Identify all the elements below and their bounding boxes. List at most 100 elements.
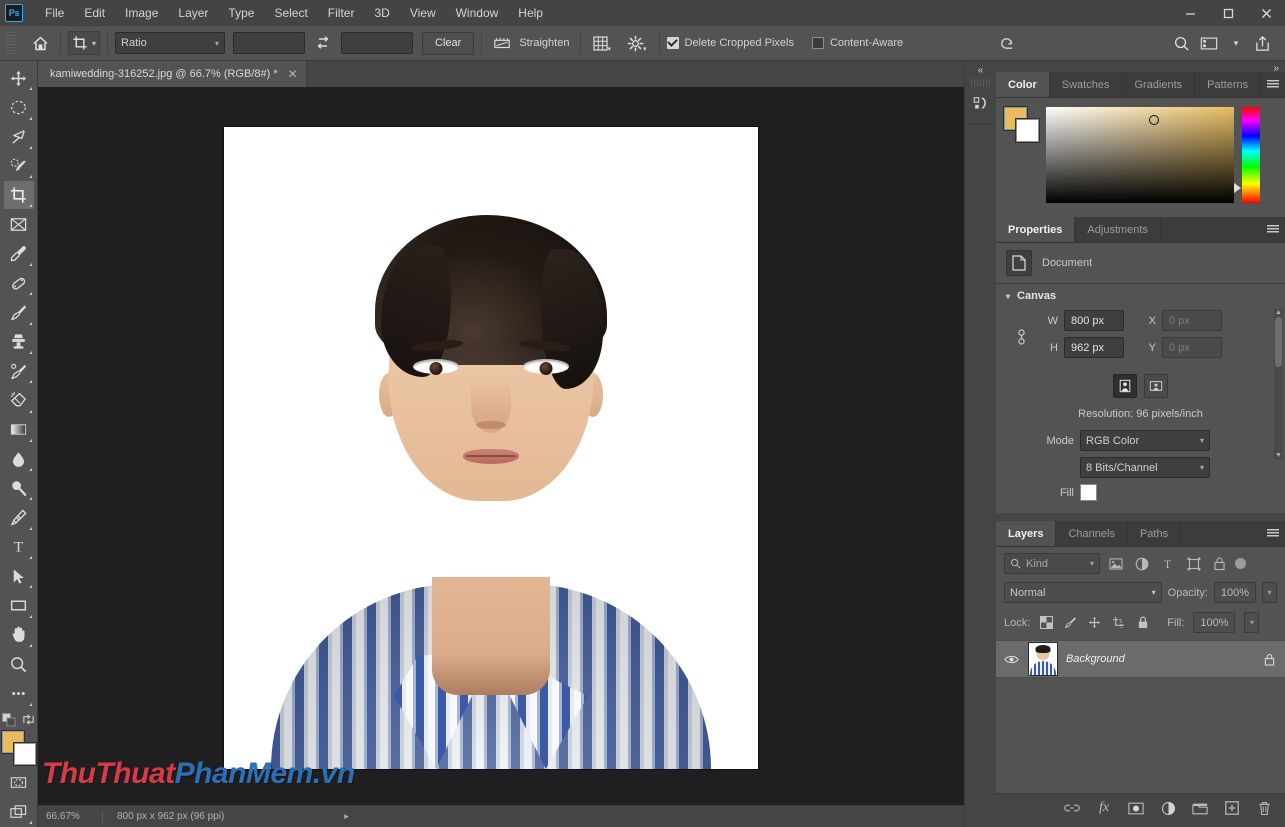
layer-list-empty-space[interactable]	[996, 678, 1285, 793]
collapse-panels-icon[interactable]: «	[965, 61, 996, 79]
image-canvas[interactable]	[224, 127, 758, 769]
type-filter-icon[interactable]: T	[1157, 553, 1178, 574]
close-button[interactable]	[1247, 0, 1285, 26]
new-layer-icon[interactable]	[1223, 799, 1241, 817]
smart-object-filter-icon[interactable]	[1209, 553, 1230, 574]
panel-menu-icon[interactable]	[1261, 521, 1285, 546]
frame-tool[interactable]	[4, 210, 34, 238]
zoom-level[interactable]: 66.67%	[38, 811, 102, 822]
maximize-button[interactable]	[1209, 0, 1247, 26]
delete-layer-icon[interactable]	[1255, 799, 1273, 817]
blend-mode-select[interactable]: Normal ▾	[1004, 582, 1162, 603]
menu-edit[interactable]: Edit	[74, 2, 115, 24]
reset-arrow-icon[interactable]	[994, 31, 1019, 55]
lasso-tool[interactable]	[4, 123, 34, 151]
crop-tool[interactable]	[3, 181, 34, 210]
eyedropper-tool[interactable]	[4, 240, 34, 268]
shape-filter-icon[interactable]	[1183, 553, 1204, 574]
eraser-tool[interactable]	[4, 386, 34, 414]
tab-swatches[interactable]: Swatches	[1049, 72, 1123, 97]
document-tab[interactable]: kamiwedding-316252.jpg @ 66.7% (RGB/8#) …	[38, 61, 307, 87]
canvas-height-input[interactable]: 962 px	[1064, 337, 1124, 358]
pixel-filter-icon[interactable]	[1105, 553, 1126, 574]
clone-stamp-tool[interactable]	[4, 328, 34, 356]
menu-view[interactable]: View	[400, 2, 446, 24]
tab-layers[interactable]: Layers	[996, 521, 1057, 546]
minimize-button[interactable]	[1171, 0, 1209, 26]
add-mask-icon[interactable]	[1127, 799, 1145, 817]
canvas-x-input[interactable]: 0 px	[1162, 310, 1222, 331]
close-icon[interactable]: ✕	[288, 68, 298, 80]
swap-arrows-icon[interactable]	[311, 31, 335, 55]
history-brush-tool[interactable]	[4, 357, 34, 385]
opacity-stepper[interactable]: ▾	[1262, 582, 1277, 603]
swap-colors-icon[interactable]	[22, 713, 35, 726]
menu-layer[interactable]: Layer	[168, 2, 218, 24]
background-color-swatch[interactable]	[1016, 119, 1039, 142]
home-icon[interactable]	[28, 31, 53, 55]
portrait-orientation-icon[interactable]	[1112, 374, 1137, 398]
panel-menu-icon[interactable]	[1261, 217, 1285, 242]
crop-width-input[interactable]	[233, 32, 306, 54]
delete-cropped-pixels-checkbox[interactable]: Delete Cropped Pixels	[666, 37, 794, 49]
lock-all-icon[interactable]	[1135, 615, 1150, 630]
scrollbar-thumb[interactable]	[1275, 317, 1282, 367]
gear-icon[interactable]: ▾	[623, 31, 652, 55]
layer-name[interactable]: Background	[1066, 653, 1256, 665]
straighten-label[interactable]: Straighten	[515, 31, 573, 55]
zoom-tool[interactable]	[4, 650, 34, 678]
quick-mask-button[interactable]	[4, 769, 34, 797]
status-chevron-icon[interactable]: ▸	[344, 811, 349, 822]
link-layers-icon[interactable]	[1063, 799, 1081, 817]
eye-icon[interactable]	[1002, 654, 1020, 665]
quick-selection-tool[interactable]	[4, 152, 34, 180]
options-bar-grip[interactable]	[6, 32, 16, 54]
layer-row-background[interactable]: Background	[996, 640, 1285, 678]
default-colors-icon[interactable]	[2, 712, 16, 727]
chevron-down-icon[interactable]: ▾	[1224, 31, 1248, 55]
lock-position-icon[interactable]	[1087, 615, 1102, 630]
blur-tool[interactable]	[4, 445, 34, 473]
canvas-y-input[interactable]: 0 px	[1162, 337, 1222, 358]
canvas-width-input[interactable]: 800 px	[1064, 310, 1124, 331]
search-icon[interactable]	[1169, 31, 1194, 55]
crop-height-input[interactable]	[341, 32, 414, 54]
new-adjustment-icon[interactable]	[1159, 799, 1177, 817]
clear-button[interactable]: Clear	[422, 31, 475, 55]
tab-adjustments[interactable]: Adjustments	[1075, 217, 1161, 242]
layer-thumbnail[interactable]	[1028, 642, 1058, 676]
scroll-up-icon[interactable]: ▲	[1275, 309, 1282, 316]
menu-select[interactable]: Select	[264, 2, 317, 24]
lock-artboard-icon[interactable]	[1111, 615, 1126, 630]
color-field[interactable]	[1046, 107, 1234, 203]
hue-slider[interactable]	[1234, 107, 1260, 203]
screen-mode-button[interactable]	[4, 798, 34, 826]
tab-channels[interactable]: Channels	[1056, 521, 1128, 546]
menu-file[interactable]: File	[35, 2, 74, 24]
grid-overlay-icon[interactable]: ▾	[588, 31, 617, 55]
edit-toolbar-button[interactable]	[4, 679, 34, 707]
properties-scrollbar[interactable]: ▲ ▼	[1274, 309, 1283, 459]
tab-color[interactable]: Color	[996, 72, 1050, 97]
workspace-layout-icon[interactable]	[1196, 31, 1222, 55]
layer-kind-select[interactable]: Kind ▾	[1004, 553, 1100, 574]
new-group-icon[interactable]	[1191, 799, 1209, 817]
canvas-section-header[interactable]: ▾ Canvas	[996, 283, 1285, 308]
hand-tool[interactable]	[4, 621, 34, 649]
menu-3d[interactable]: 3D	[364, 2, 399, 24]
panel-menu-icon[interactable]	[1261, 72, 1285, 97]
aspect-ratio-select[interactable]: Ratio ▾	[115, 32, 226, 54]
lock-image-icon[interactable]	[1063, 615, 1078, 630]
history-actions-icon[interactable]	[965, 87, 997, 121]
type-tool[interactable]: T	[4, 533, 34, 561]
menu-type[interactable]: Type	[218, 2, 264, 24]
lock-transparency-icon[interactable]	[1039, 615, 1054, 630]
scroll-down-icon[interactable]: ▼	[1275, 452, 1282, 459]
dodge-tool[interactable]	[4, 474, 34, 502]
dock-grip[interactable]	[971, 79, 990, 87]
color-mode-select[interactable]: RGB Color ▾	[1080, 430, 1210, 451]
filter-toggle-icon[interactable]	[1235, 558, 1246, 569]
chevron-down-icon[interactable]: ▾	[92, 39, 96, 48]
menu-window[interactable]: Window	[446, 2, 509, 24]
straighten-icon[interactable]	[489, 31, 515, 55]
